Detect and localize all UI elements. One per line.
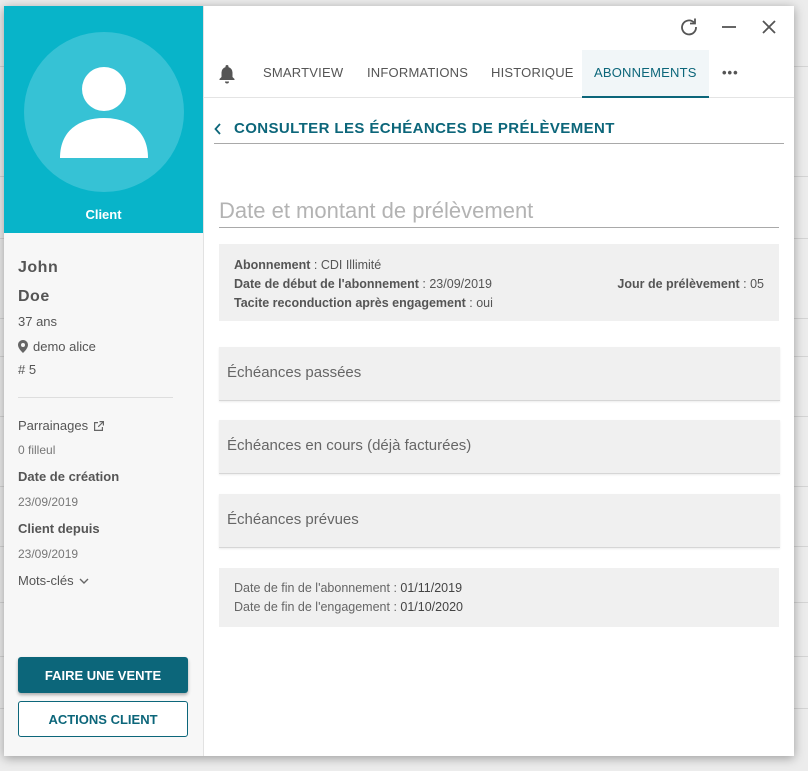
breadcrumb-title: CONSULTER LES ÉCHÉANCES DE PRÉLÈVEMENT: [234, 120, 615, 137]
user-icon: [60, 67, 148, 158]
commitment-end-label: Date de fin de l'engagement: [234, 600, 390, 614]
tab-abonnements[interactable]: ABONNEMENTS: [582, 50, 709, 98]
client-actions-button[interactable]: ACTIONS CLIENT: [18, 701, 188, 737]
client-location: demo alice: [18, 339, 189, 354]
subscription-info: Abonnement : CDI Illimité Date de début …: [219, 244, 779, 321]
subscription-value: CDI Illimité: [320, 258, 382, 272]
breadcrumb: CONSULTER LES ÉCHÉANCES DE PRÉLÈVEMENT: [214, 120, 784, 144]
referrals-label: Parrainages: [18, 418, 89, 433]
tab-bar: SMARTVIEW INFORMATIONS HISTORIQUE ABONNE…: [204, 50, 794, 98]
chevron-left-icon[interactable]: [214, 122, 222, 135]
commitment-end-value: 01/10/2020: [400, 600, 463, 614]
debit-day: Jour de prélèvement : 05: [617, 277, 764, 291]
start-date-label: Date de début de l'abonnement: [234, 277, 419, 291]
tab-smartview[interactable]: SMARTVIEW: [263, 50, 343, 98]
location-pin-icon: [18, 340, 28, 353]
external-link-icon: [94, 420, 105, 431]
make-sale-button[interactable]: FAIRE UNE VENTE: [18, 657, 188, 693]
section-title: Date et montant de prélèvement: [219, 198, 779, 228]
referrals-value: 0 filleul: [18, 443, 56, 457]
renewal-label: Tacite reconduction après engagement: [234, 296, 466, 310]
window-controls: [680, 18, 778, 36]
client-first-name: John: [18, 259, 59, 276]
creation-date-value: 23/09/2019: [18, 495, 79, 509]
renewal-value: oui: [476, 296, 493, 310]
client-since-value: 23/09/2019: [18, 547, 79, 561]
client-role-label: Client: [85, 207, 122, 222]
divider: [18, 397, 173, 398]
chevron-down-icon: [79, 578, 89, 584]
end-dates-info: Date de fin de l'abonnement : 01/11/2019…: [219, 568, 779, 627]
accordion-planned-installments[interactable]: Échéances prévues: [219, 494, 780, 548]
avatar: [24, 32, 184, 192]
creation-date-label: Date de création: [18, 469, 120, 484]
start-date-value: 23/09/2019: [429, 277, 492, 291]
tab-historique[interactable]: HISTORIQUE: [491, 50, 574, 98]
keywords-toggle[interactable]: Mots-clés: [18, 573, 189, 588]
client-since-label: Client depuis: [18, 521, 100, 536]
minimize-icon[interactable]: [720, 18, 738, 36]
client-last-name: Doe: [18, 288, 50, 305]
debit-day-label: Jour de prélèvement: [617, 277, 740, 291]
subscription-end-label: Date de fin de l'abonnement: [234, 581, 390, 595]
subscription-label: Abonnement: [234, 258, 311, 272]
debit-day-value: 05: [750, 277, 764, 291]
main-content: SMARTVIEW INFORMATIONS HISTORIQUE ABONNE…: [204, 6, 794, 756]
bell-icon[interactable]: [218, 64, 236, 84]
client-location-text: demo alice: [33, 339, 96, 354]
refresh-icon[interactable]: [680, 18, 698, 36]
client-age: 37 ans: [18, 314, 58, 329]
client-header: Client: [4, 6, 203, 233]
tab-informations[interactable]: INFORMATIONS: [367, 50, 468, 98]
client-modal: Client John Doe 37 ans demo alice # 5 Pa…: [4, 6, 794, 756]
accordion-current-installments[interactable]: Échéances en cours (déjà facturées): [219, 420, 780, 474]
accordion-past-installments[interactable]: Échéances passées: [219, 347, 780, 401]
close-icon[interactable]: [760, 18, 778, 36]
client-id: # 5: [18, 362, 37, 377]
referrals-link[interactable]: Parrainages: [18, 418, 189, 433]
subscription-end-value: 01/11/2019: [400, 581, 463, 595]
client-sidebar: Client John Doe 37 ans demo alice # 5 Pa…: [4, 6, 204, 756]
keywords-label: Mots-clés: [18, 573, 74, 588]
tab-more-icon[interactable]: •••: [722, 50, 739, 98]
